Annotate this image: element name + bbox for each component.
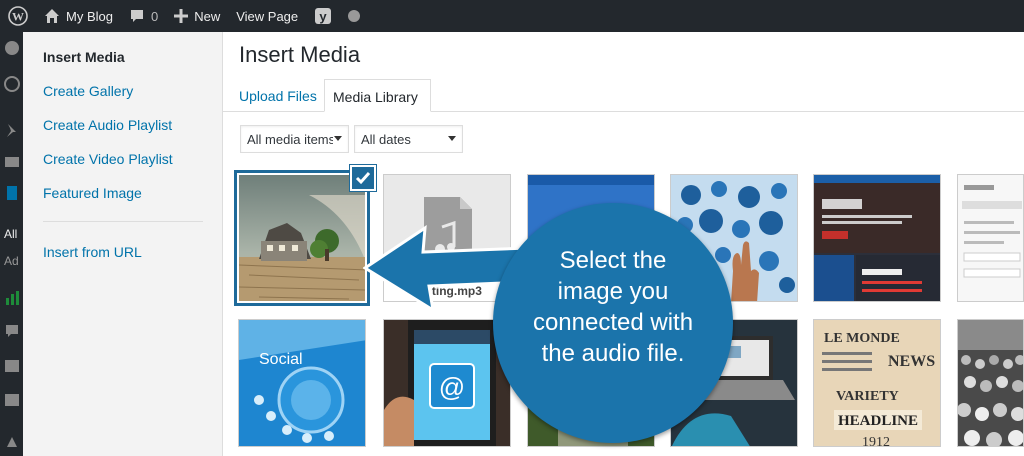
menu-item-create-gallery[interactable]: Create Gallery [43,83,133,99]
attachment-house-landscape[interactable] [234,170,370,306]
forms-icon[interactable] [4,358,20,374]
yoast-seo-icon[interactable]: y [306,0,340,32]
menu-item-featured-image[interactable]: Featured Image [43,185,142,201]
callout-text: Select the image you connected with the … [493,245,733,369]
comments-link[interactable]: 0 [121,0,166,32]
media-modal: Insert Media Create Gallery Create Audio… [23,32,1024,456]
svg-text:1912: 1912 [862,435,890,447]
pages-icon[interactable] [4,185,20,201]
comments-count: 0 [150,8,159,24]
attachment-crowd[interactable] [957,319,1024,447]
menu-item-create-audio-playlist[interactable]: Create Audio Playlist [43,117,172,133]
house-landscape-image [239,175,365,301]
attachment-phone-email[interactable]: @ [383,319,511,447]
media-type-filter[interactable]: All media items [240,125,349,153]
attachment-yoast-settings[interactable] [957,174,1024,302]
social-phone-image: Social [239,320,365,446]
jetpack-icon[interactable] [4,76,20,92]
callout-bubble: Select the image you connected with the … [493,203,733,443]
media-menu: Insert Media Create Gallery Create Audio… [23,32,223,456]
new-label: New [194,8,221,24]
attachment-website-order[interactable] [813,174,941,302]
admin-menu: All Ad [0,32,23,456]
settings-screenshot-image [958,175,1023,301]
comments-icon[interactable] [4,323,20,339]
admin-menu-text-all[interactable]: All [4,227,17,241]
comment-icon [130,10,143,22]
menu-item-insert-from-url[interactable]: Insert from URL [43,244,142,260]
svg-text:Social: Social [259,351,303,368]
list-icon[interactable] [4,392,20,408]
attachment-newspapers[interactable]: LE MONDE NEWS VARIETY HEADLINE 1912 [813,319,941,447]
callout-line: the audio file. [541,340,685,367]
tab-upload-files[interactable]: Upload Files [231,79,325,112]
svg-text:LE MONDE: LE MONDE [824,331,900,346]
home-icon [45,9,59,23]
dashboard-icon[interactable] [4,40,20,56]
callout-line: connected with [532,309,694,336]
frame-title: Insert Media [239,42,361,67]
media-type-filter-value: All media items [247,132,333,147]
checkmark-icon [355,172,371,185]
new-content-link[interactable]: New [166,0,228,32]
bar-chart-icon[interactable] [4,290,20,306]
svg-text:VARIETY: VARIETY [836,389,899,404]
chevron-down-icon [334,136,342,141]
plus-icon [174,9,189,23]
date-filter-value: All dates [361,132,411,147]
menu-separator [43,221,203,222]
site-name-label: My Blog [66,8,113,24]
status-dot-icon[interactable] [340,0,368,32]
tab-media-library[interactable]: Media Library [324,79,431,112]
svg-text:@: @ [439,372,465,402]
website-screenshot-image [814,175,940,301]
plugins-icon[interactable] [4,434,20,450]
phone-email-image: @ [384,320,510,446]
pin-icon[interactable] [4,122,20,138]
callout-line: Select the [559,247,667,274]
date-filter[interactable]: All dates [354,125,463,153]
menu-item-insert-media[interactable]: Insert Media [43,49,125,65]
svg-text:HEADLINE: HEADLINE [838,413,918,429]
view-page-label: View Page [236,8,299,24]
attachment-social-phone[interactable]: Social [238,319,366,447]
callout-line: image you [557,278,669,305]
admin-menu-text-add[interactable]: Ad [4,254,19,268]
selected-checkmark[interactable] [350,165,376,191]
view-page-link[interactable]: View Page [228,0,306,32]
chevron-down-icon [448,136,456,141]
svg-text:W: W [12,10,24,24]
wordpress-logo-icon[interactable]: W [0,0,36,32]
crowd-image [958,320,1023,446]
admin-bar: W My Blog 0 New View Page y [0,0,1024,32]
menu-item-create-video-playlist[interactable]: Create Video Playlist [43,151,173,167]
media-icon[interactable] [4,154,20,170]
newspapers-image: LE MONDE NEWS VARIETY HEADLINE 1912 [814,320,940,447]
svg-text:NEWS: NEWS [888,353,935,370]
site-name-link[interactable]: My Blog [36,0,121,32]
svg-text:y: y [320,9,328,24]
